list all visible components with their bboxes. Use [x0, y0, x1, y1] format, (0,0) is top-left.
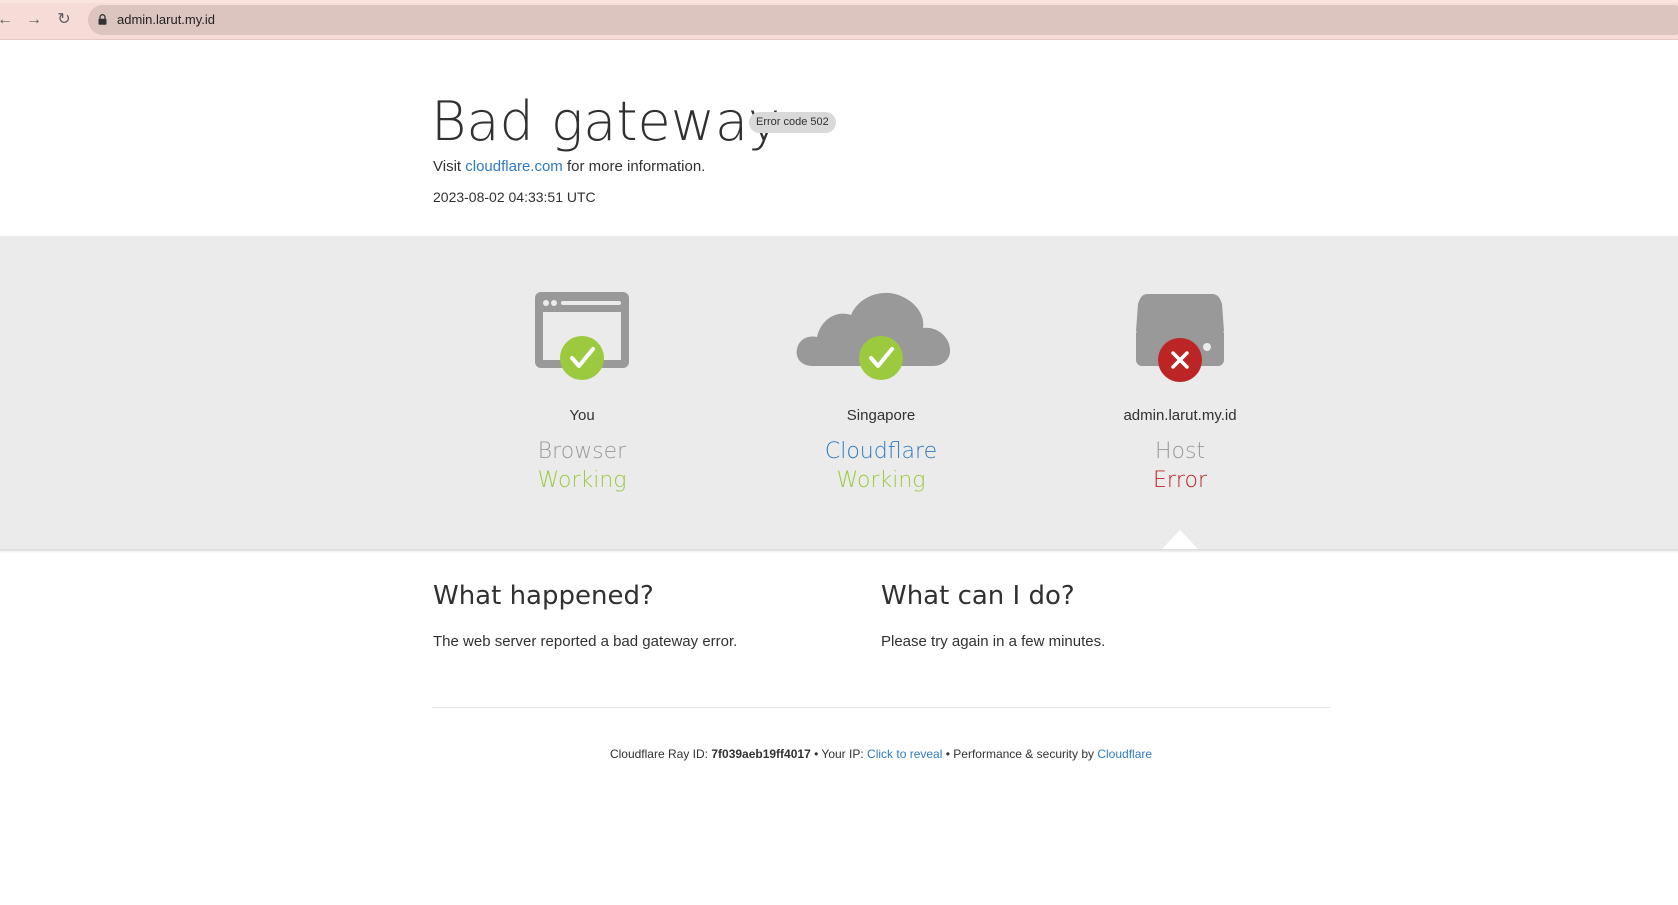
status-cloudflare: Singapore Cloudflare Working [731, 236, 1031, 549]
visit-suffix: for more information. [566, 158, 706, 175]
visit-prefix: Visit [433, 158, 462, 175]
footer: Cloudflare Ray ID: 7f039aeb19ff4017 • Yo… [432, 747, 1330, 761]
ip-label: Your IP: [821, 747, 864, 761]
error-code-badge: Error code 502 [749, 112, 836, 133]
server-icon [1136, 294, 1224, 382]
url-text[interactable]: admin.larut.my.id [117, 12, 215, 27]
cloud-icon [796, 292, 951, 380]
ray-label: Cloudflare Ray ID: [609, 747, 708, 761]
footer-divider [432, 707, 1330, 708]
status-browser: You Browser Working [432, 236, 732, 549]
error-header: Bad gateway Error code 502 Visit cloudfl… [0, 40, 1678, 236]
what-happened-section: What happened? The web server reported a… [433, 581, 853, 650]
browser-location: You [569, 407, 595, 424]
reveal-ip-button[interactable]: Click to reveal [867, 747, 942, 761]
page-title: Bad gateway [431, 90, 780, 153]
check-icon [560, 336, 604, 380]
host-location: admin.larut.my.id [1123, 407, 1237, 424]
cloudflare-link[interactable]: cloudflare.com [465, 158, 563, 175]
host-status: Error [1152, 468, 1207, 493]
band-shadow [0, 549, 1678, 553]
ray-id: 7f039aeb19ff4017 [711, 747, 811, 761]
what-can-i-do-text: Please try again in a few minutes. [881, 633, 1106, 650]
browser-toolbar: ← → ↻ admin.larut.my.id [0, 0, 1678, 40]
forward-arrow-icon[interactable]: → [25, 11, 43, 29]
perf-label: Performance & security by [953, 747, 1094, 761]
back-arrow-icon[interactable]: ← [0, 11, 14, 29]
cloudflare-location: Singapore [846, 407, 916, 424]
error-timestamp: 2023-08-02 04:33:51 UTC [433, 189, 596, 205]
footer-separator: • [945, 747, 950, 761]
browser-icon [535, 292, 629, 380]
address-bar[interactable]: admin.larut.my.id [88, 5, 1678, 35]
check-icon [859, 336, 903, 380]
tab-strip-edge [0, 0, 1678, 3]
x-icon [1158, 338, 1202, 382]
host-label: Host [1154, 439, 1206, 464]
what-can-i-do-heading: What can I do? [881, 581, 1075, 611]
cloudflare-status: Working [836, 468, 926, 493]
footer-separator: • [814, 747, 819, 761]
footer-cloudflare-link[interactable]: Cloudflare [1097, 747, 1152, 761]
status-host: admin.larut.my.id Host Error [1030, 236, 1330, 549]
browser-label: Browser [537, 439, 627, 464]
what-can-i-do-section: What can I do? Please try again in a few… [881, 581, 1301, 650]
visit-line: Visit cloudflare.com for more informatio… [433, 158, 705, 175]
browser-status: Working [537, 468, 627, 493]
what-happened-text: The web server reported a bad gateway er… [433, 633, 738, 650]
reload-icon[interactable]: ↻ [55, 11, 73, 29]
what-happened-heading: What happened? [433, 581, 654, 611]
lock-icon[interactable] [98, 14, 107, 25]
cloudflare-label-link[interactable]: Cloudflare [731, 439, 1031, 464]
